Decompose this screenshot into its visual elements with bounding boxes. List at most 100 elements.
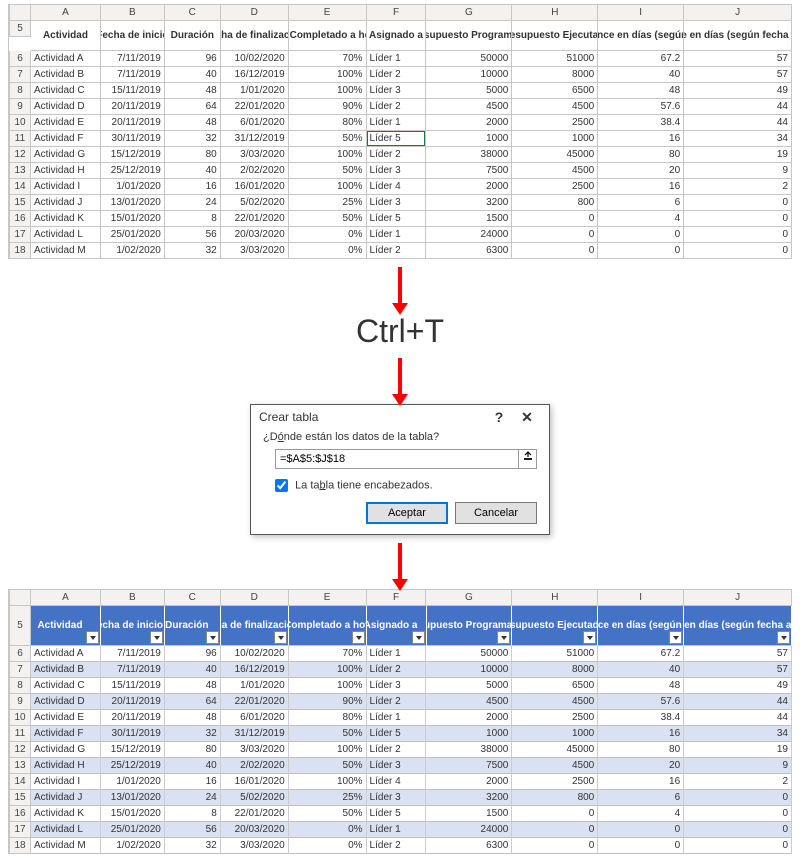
cell[interactable]: 34 (684, 131, 792, 147)
row-number[interactable]: 12 (9, 742, 31, 758)
cell[interactable]: 0 (684, 822, 792, 838)
dialog-help-button[interactable]: ? (485, 409, 513, 425)
cell[interactable]: Actividad K (31, 806, 101, 822)
cell[interactable]: 56 (165, 227, 221, 243)
cell[interactable]: 32 (165, 131, 221, 147)
row-number[interactable]: 16 (9, 806, 31, 822)
column-header[interactable]: F (367, 590, 427, 606)
cell[interactable]: 80 (165, 147, 221, 163)
cell[interactable]: 1000 (512, 726, 598, 742)
row-number[interactable]: 8 (9, 83, 31, 99)
cell[interactable]: 48 (598, 678, 684, 694)
cell[interactable]: 100% (289, 147, 367, 163)
cell[interactable]: 100% (289, 83, 367, 99)
table-range-input[interactable] (275, 449, 519, 469)
cell[interactable]: 57 (684, 662, 792, 678)
cell[interactable]: 15/12/2019 (101, 742, 165, 758)
column-header[interactable]: E (289, 590, 367, 606)
cell[interactable]: Actividad E (31, 115, 101, 131)
cell[interactable]: 0 (512, 211, 598, 227)
cell[interactable]: Líder 3 (367, 678, 427, 694)
row-number[interactable]: 13 (9, 163, 31, 179)
cell[interactable]: 19 (684, 742, 792, 758)
cell[interactable]: Actividad B (31, 67, 101, 83)
cell[interactable]: Líder 2 (367, 243, 427, 259)
accept-button[interactable]: Aceptar (366, 502, 448, 524)
cell[interactable]: 5000 (426, 678, 512, 694)
cell[interactable]: 51000 (512, 646, 598, 662)
column-header[interactable]: J (684, 5, 792, 21)
cell[interactable]: Actividad F (31, 131, 101, 147)
cell[interactable]: Actividad E (31, 710, 101, 726)
cell[interactable]: Actividad I (31, 774, 101, 790)
cell[interactable]: 13/01/2020 (101, 195, 165, 211)
cell[interactable]: 20 (598, 163, 684, 179)
cell[interactable]: 16 (598, 131, 684, 147)
cell[interactable]: Líder 2 (367, 694, 427, 710)
cell[interactable]: 3/03/2020 (221, 838, 289, 854)
cell[interactable]: Líder 1 (367, 710, 427, 726)
cell[interactable]: 16/01/2020 (221, 774, 289, 790)
cell[interactable]: 7/11/2019 (101, 646, 165, 662)
cell[interactable]: 0 (684, 211, 792, 227)
cell[interactable]: 24 (165, 790, 221, 806)
cell[interactable]: 10/02/2020 (221, 646, 289, 662)
header-cell-filter[interactable]: Duración (165, 606, 221, 646)
cell[interactable]: 2500 (512, 774, 598, 790)
cell[interactable]: 6/01/2020 (221, 710, 289, 726)
cell[interactable]: Actividad D (31, 99, 101, 115)
cell[interactable]: Actividad G (31, 742, 101, 758)
cell[interactable]: 6500 (512, 678, 598, 694)
cell[interactable]: 100% (289, 678, 367, 694)
cell[interactable]: 20/11/2019 (101, 99, 165, 115)
cell[interactable]: 38000 (426, 742, 512, 758)
cell[interactable]: Líder 1 (367, 646, 427, 662)
cell[interactable]: 40 (598, 662, 684, 678)
column-header[interactable]: H (512, 590, 598, 606)
cell[interactable]: 0 (684, 806, 792, 822)
cell[interactable]: 2500 (512, 179, 598, 195)
cell[interactable]: 96 (165, 51, 221, 67)
cell[interactable]: Líder 3 (367, 195, 427, 211)
cell[interactable]: 10000 (426, 67, 512, 83)
cell[interactable]: 10000 (426, 662, 512, 678)
column-header[interactable]: G (426, 5, 512, 21)
cell[interactable]: 0 (684, 838, 792, 854)
cell[interactable]: Actividad M (31, 838, 101, 854)
cell[interactable]: 48 (165, 678, 221, 694)
cell[interactable]: 16 (598, 774, 684, 790)
cell[interactable]: 48 (598, 83, 684, 99)
header-cell-filter[interactable]: Avance en días (según %) (598, 606, 684, 646)
cell[interactable]: 4500 (512, 99, 598, 115)
filter-dropdown-icon[interactable] (497, 631, 510, 644)
cell[interactable]: 0 (684, 243, 792, 259)
cell[interactable]: 40 (165, 163, 221, 179)
cell[interactable]: 100% (289, 662, 367, 678)
row-number[interactable]: 6 (9, 51, 31, 67)
cell[interactable]: 50% (289, 726, 367, 742)
cell[interactable]: 20/03/2020 (221, 227, 289, 243)
row-number[interactable]: 6 (9, 646, 31, 662)
cell[interactable]: 44 (684, 694, 792, 710)
row-number[interactable]: 8 (9, 678, 31, 694)
row-number[interactable]: 15 (9, 790, 31, 806)
cell[interactable]: 7/11/2019 (101, 51, 165, 67)
column-header[interactable]: E (289, 5, 367, 21)
cell[interactable]: 45000 (512, 147, 598, 163)
header-cell[interactable]: % Completado a hoy (289, 21, 367, 51)
cell[interactable]: 44 (684, 99, 792, 115)
header-cell[interactable]: Duración (165, 21, 221, 51)
cell[interactable]: Líder 1 (367, 822, 427, 838)
header-cell-filter[interactable]: Actividad (31, 606, 101, 646)
cell[interactable]: 80% (289, 710, 367, 726)
cell[interactable]: 1500 (426, 211, 512, 227)
row-number[interactable]: 12 (9, 147, 31, 163)
cell[interactable]: Líder 5 (367, 211, 427, 227)
cell[interactable]: 24000 (426, 227, 512, 243)
cell[interactable]: 32 (165, 838, 221, 854)
cell[interactable]: 90% (289, 694, 367, 710)
column-header[interactable]: A (31, 5, 101, 21)
cell[interactable]: 3200 (426, 790, 512, 806)
cell[interactable]: 13/01/2020 (101, 790, 165, 806)
cell[interactable]: 30/11/2019 (101, 131, 165, 147)
